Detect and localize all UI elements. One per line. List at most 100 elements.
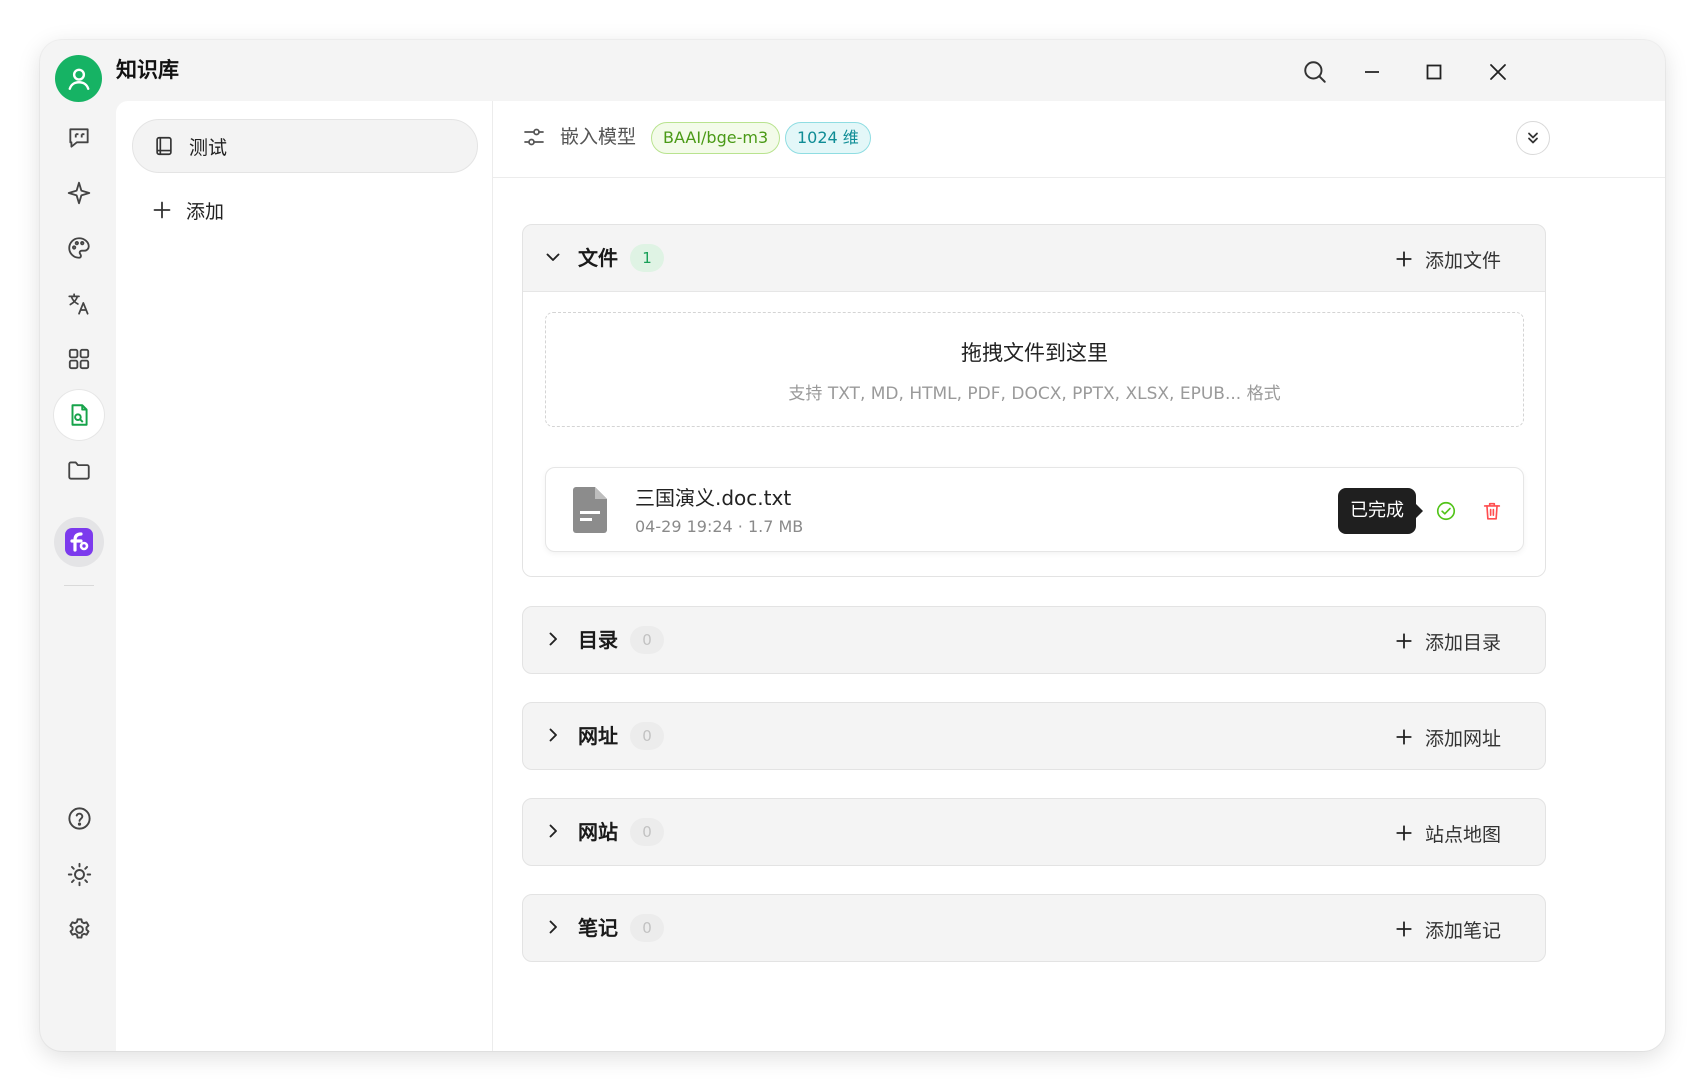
avatar[interactable] [55, 55, 102, 102]
chevron-right-icon [549, 920, 557, 934]
document-icon [573, 487, 607, 533]
book-icon [156, 136, 172, 156]
nav-files[interactable] [54, 445, 104, 495]
rail-divider [64, 585, 94, 586]
plus-icon [1396, 251, 1412, 267]
close-icon [1490, 64, 1506, 80]
section-title: 网址 [578, 724, 618, 748]
knowledge-icon [71, 404, 88, 426]
translate-icon [68, 293, 89, 315]
double-chevron-down-icon [1528, 132, 1538, 144]
search-button[interactable] [1295, 54, 1335, 90]
close-button[interactable] [1478, 54, 1518, 90]
dropzone-hint: 支持 TXT, MD, HTML, PDF, DOCX, PPTX, XLSX,… [788, 384, 1281, 404]
section-body: 拖拽文件到这里 支持 TXT, MD, HTML, PDF, DOCX, PPT… [523, 291, 1545, 576]
chevron-right-icon [549, 632, 557, 646]
chevron-right-icon [549, 728, 557, 742]
plus-icon [1396, 633, 1412, 649]
minimize-icon [1365, 71, 1379, 73]
minimize-button[interactable] [1352, 54, 1392, 90]
check-circle-icon[interactable] [1435, 500, 1457, 522]
nav-assistant[interactable] [54, 168, 104, 218]
model-tag: BAAI/bge-m3 [651, 122, 781, 154]
apps-grid-icon [68, 348, 90, 370]
detail-header: 嵌入模型 BAAI/bge-m3 1024 维 [493, 101, 1665, 178]
knowledge-list-panel: 测试 添加 [116, 101, 493, 1051]
nav-chat[interactable] [54, 113, 104, 163]
search-icon [1304, 61, 1326, 83]
nav-knowledge[interactable] [54, 390, 104, 440]
add-sitemap-button[interactable]: 站点地图 [1395, 818, 1501, 848]
nav-help[interactable] [54, 793, 104, 843]
embed-model-label: 嵌入模型 [560, 126, 637, 148]
app-title: 知识库 [116, 58, 179, 82]
section-title: 笔记 [578, 916, 618, 940]
knowledge-item[interactable]: 测试 [132, 119, 478, 173]
nav-mini-app[interactable] [54, 517, 104, 567]
plus-icon [153, 201, 171, 219]
knowledge-detail: 嵌入模型 BAAI/bge-m3 1024 维 文件 1 添加文件 拖拽文件到这… [493, 101, 1665, 1051]
section-count-badge: 0 [630, 914, 664, 942]
file-dropzone[interactable]: 拖拽文件到这里 支持 TXT, MD, HTML, PDF, DOCX, PPT… [545, 312, 1524, 427]
nav-theme-toggle[interactable] [54, 849, 104, 899]
section-header[interactable]: 目录 0 添加目录 [523, 607, 1545, 673]
add-url-button[interactable]: 添加网址 [1395, 722, 1501, 752]
plus-icon [1396, 729, 1412, 745]
user-icon [68, 68, 89, 90]
add-sitemap-label: 站点地图 [1424, 823, 1501, 846]
file-name: 三国演义.doc.txt [635, 486, 792, 510]
maximize-icon [1426, 64, 1442, 80]
section-count-badge: 1 [630, 244, 664, 272]
section-header[interactable]: 文件 1 添加文件 [523, 225, 1545, 291]
nav-settings[interactable] [54, 904, 104, 954]
add-url-label: 添加网址 [1424, 727, 1501, 750]
status-tooltip: 已完成 [1338, 488, 1423, 534]
add-file-button[interactable]: 添加文件 [1395, 244, 1501, 274]
maximize-button[interactable] [1414, 54, 1454, 90]
section-title: 网站 [578, 820, 618, 844]
help-icon [67, 806, 91, 830]
nav-apps[interactable] [54, 334, 104, 384]
add-directory-label: 添加目录 [1424, 631, 1501, 654]
add-knowledge-button[interactable]: 添加 [152, 193, 224, 227]
title-bar: 知识库 [40, 40, 1665, 102]
section-notes: 笔记 0 添加笔记 [522, 894, 1546, 962]
sun-icon [67, 862, 91, 886]
nav-theme[interactable] [54, 223, 104, 273]
add-directory-button[interactable]: 添加目录 [1395, 626, 1501, 656]
nav-rail [40, 101, 116, 1051]
add-knowledge-label: 添加 [186, 200, 225, 223]
chevron-down-icon [546, 253, 560, 261]
section-title: 文件 [578, 246, 618, 270]
app-window: 知识库 测试 添加 嵌入模型 BAAI/bge-m3 1024 维 文件 1 添… [40, 40, 1665, 1051]
add-file-label: 添加文件 [1424, 249, 1501, 272]
section-title: 目录 [578, 628, 618, 652]
sliders-icon[interactable] [522, 125, 546, 149]
settings-icon [68, 917, 89, 939]
palette-icon [68, 237, 90, 259]
section-urls: 网址 0 添加网址 [522, 702, 1546, 770]
section-files: 文件 1 添加文件 拖拽文件到这里 支持 TXT, MD, HTML, PDF,… [522, 224, 1546, 577]
app-logo-icon [65, 528, 93, 556]
file-item[interactable]: 三国演义.doc.txt 04-29 19:24 · 1.7 MB 已完成 [545, 467, 1524, 552]
knowledge-item-label: 测试 [189, 136, 228, 159]
chat-icon [69, 128, 89, 148]
section-count-badge: 0 [630, 626, 664, 654]
section-count-badge: 0 [630, 818, 664, 846]
collapse-toggle-button[interactable] [1516, 121, 1550, 155]
dimension-tag: 1024 维 [785, 122, 871, 154]
section-websites: 网站 0 站点地图 [522, 798, 1546, 866]
section-count-badge: 0 [630, 722, 664, 750]
plus-icon [1396, 825, 1412, 841]
section-header[interactable]: 笔记 0 添加笔记 [523, 895, 1545, 961]
delete-icon[interactable] [1481, 500, 1503, 522]
section-directories: 目录 0 添加目录 [522, 606, 1546, 674]
nav-translate[interactable] [54, 279, 104, 329]
section-header[interactable]: 网站 0 站点地图 [523, 799, 1545, 865]
add-note-label: 添加笔记 [1424, 919, 1501, 942]
plus-icon [1396, 921, 1412, 937]
dropzone-title: 拖拽文件到这里 [961, 341, 1108, 365]
file-meta: 04-29 19:24 · 1.7 MB [635, 517, 804, 536]
add-note-button[interactable]: 添加笔记 [1395, 914, 1501, 944]
section-header[interactable]: 网址 0 添加网址 [523, 703, 1545, 769]
